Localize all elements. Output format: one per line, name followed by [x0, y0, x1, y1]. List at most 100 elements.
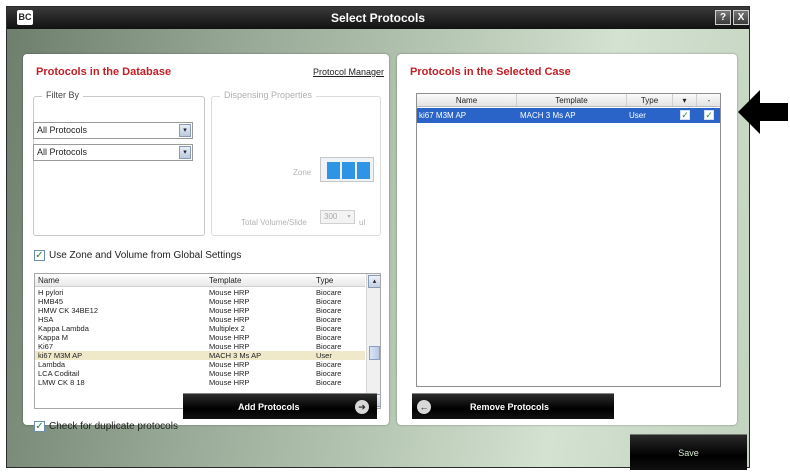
use-global-settings-checkbox[interactable]: ✓: [34, 250, 45, 261]
scrollbar-thumb[interactable]: [369, 346, 380, 360]
save-button[interactable]: Save: [630, 434, 747, 470]
volume-select: 300 ▾: [320, 210, 355, 224]
selected-protocol-name: ki67 M3M AP: [419, 111, 467, 120]
arrow-left-icon: ←: [417, 400, 431, 414]
selected-case-panel: Protocols in the Selected Case Name Temp…: [397, 54, 737, 425]
protocol-type: Biocare: [316, 360, 342, 369]
column-header-template[interactable]: Template: [209, 276, 313, 285]
protocol-manager-link[interactable]: Protocol Manager: [313, 67, 384, 77]
dispensing-properties-group: Dispensing Properties Zone Total Volume/…: [211, 90, 381, 236]
protocol-type: Biocare: [316, 306, 342, 315]
remove-protocols-button[interactable]: ← Remove Protocols: [412, 393, 614, 419]
close-button[interactable]: X: [733, 10, 749, 25]
filter-select-1[interactable]: All Protocols ▾: [33, 122, 193, 139]
protocol-type: Biocare: [316, 333, 342, 342]
column-header-template[interactable]: Template: [517, 94, 627, 106]
protocol-template: Mouse HRP: [209, 306, 250, 315]
protocol-name: H pylori: [38, 288, 64, 297]
protocol-type: Biocare: [316, 378, 342, 387]
column-header-name[interactable]: Name: [38, 276, 206, 285]
total-volume-label: Total Volume/Slide: [241, 218, 307, 227]
window-title: Select Protocols: [330, 11, 426, 25]
column-header-name[interactable]: Name: [417, 94, 517, 106]
row-checkbox-b[interactable]: ✓: [704, 110, 714, 120]
list-item[interactable]: LCA Coditail Mouse HRP Biocare: [35, 369, 365, 378]
zone-selector: [320, 157, 374, 182]
zone-cell-2: [342, 162, 355, 179]
protocol-type: Biocare: [316, 324, 342, 333]
protocol-name: LCA Coditail: [38, 369, 80, 378]
filter-select-2-value: All Protocols: [37, 147, 88, 157]
protocol-name: ki67 M3M AP: [38, 351, 83, 360]
protocol-template: Mouse HRP: [209, 333, 250, 342]
list-item[interactable]: Ki67 Mouse HRP Biocare: [35, 342, 365, 351]
protocol-template: Mouse HRP: [209, 297, 250, 306]
selected-protocols-grid[interactable]: Name Template Type ▾ - ki67 M3M AP MACH …: [416, 93, 721, 387]
protocol-template: Mouse HRP: [209, 315, 250, 324]
protocol-template: MACH 3 Ms AP: [209, 351, 262, 360]
table-row[interactable]: ki67 M3M AP MACH 3 Ms AP User ✓ ✓: [417, 108, 720, 123]
grid-header: Name Template Type ▾ -: [417, 94, 720, 107]
volume-unit: ul: [359, 218, 366, 227]
protocol-name: HSA: [38, 315, 54, 324]
duplicate-check-checkbox[interactable]: ✓: [34, 421, 45, 432]
row-checkbox-a[interactable]: ✓: [680, 110, 690, 120]
protocol-name: Ki67: [38, 342, 54, 351]
database-protocols-panel: Protocols in the Database Protocol Manag…: [23, 54, 389, 432]
list-header: Name Template Type: [35, 274, 365, 287]
protocol-template: Mouse HRP: [209, 369, 250, 378]
list-item[interactable]: HMW CK 34BE12 Mouse HRP Biocare: [35, 306, 365, 315]
zone-label: Zone: [293, 168, 312, 177]
pointer-arrow-icon: [738, 90, 788, 134]
scroll-up-icon[interactable]: ▴: [368, 275, 380, 288]
protocol-type: Biocare: [316, 297, 342, 306]
zone-cell-3: [357, 162, 370, 179]
protocol-template: Mouse HRP: [209, 360, 250, 369]
database-panel-heading: Protocols in the Database: [36, 66, 172, 78]
list-item[interactable]: H pylori Mouse HRP Biocare: [35, 288, 365, 297]
protocol-template: Mouse HRP: [209, 288, 250, 297]
protocol-template: Mouse HRP: [209, 342, 250, 351]
column-header-type[interactable]: Type: [316, 276, 362, 285]
chevron-down-icon[interactable]: ▾: [179, 124, 191, 137]
protocol-type: Biocare: [316, 288, 342, 297]
selected-case-heading: Protocols in the Selected Case: [410, 66, 571, 78]
protocol-type: Biocare: [316, 315, 342, 324]
select-protocols-window: BC Select Protocols ? X Protocols in the…: [6, 6, 750, 470]
filter-select-1-value: All Protocols: [37, 125, 88, 135]
database-protocol-list[interactable]: Name Template Type H pylori Mouse HRP Bi…: [34, 273, 381, 409]
selected-protocol-type: User: [629, 111, 646, 120]
title-bar: BC Select Protocols ? X: [7, 7, 749, 29]
list-item[interactable]: Kappa M Mouse HRP Biocare: [35, 333, 365, 342]
list-item[interactable]: Kappa Lambda Multiplex 2 Biocare: [35, 324, 365, 333]
filter-select-2[interactable]: All Protocols ▾: [33, 144, 193, 161]
add-protocols-button[interactable]: Add Protocols ➔: [183, 393, 377, 419]
column-header-type[interactable]: Type: [627, 94, 673, 106]
zone-cell-1: [327, 162, 340, 179]
list-item[interactable]: HMB45 Mouse HRP Biocare: [35, 297, 365, 306]
list-item[interactable]: HSA Mouse HRP Biocare: [35, 315, 365, 324]
protocol-name: Lambda: [38, 360, 66, 369]
list-scrollbar[interactable]: ▴ ▾: [366, 274, 380, 408]
protocol-type: Biocare: [316, 369, 342, 378]
help-button[interactable]: ?: [715, 10, 731, 25]
list-item[interactable]: LMW CK 8 18 Mouse HRP Biocare: [35, 378, 365, 387]
selected-protocol-template: MACH 3 Ms AP: [520, 111, 576, 120]
column-header-check-b[interactable]: -: [697, 94, 721, 106]
chevron-down-icon[interactable]: ▾: [179, 146, 191, 159]
protocol-type: User: [316, 351, 332, 360]
remove-protocols-label: Remove Protocols: [470, 402, 550, 412]
column-header-check-a[interactable]: ▾: [673, 94, 697, 106]
filter-by-title: Filter By: [42, 90, 84, 100]
add-protocols-label: Add Protocols: [238, 402, 300, 412]
dispensing-properties-title: Dispensing Properties: [220, 90, 317, 100]
protocol-template: Multiplex 2: [209, 324, 245, 333]
list-item[interactable]: Lambda Mouse HRP Biocare: [35, 360, 365, 369]
chevron-down-icon: ▾: [347, 214, 351, 220]
protocol-template: Mouse HRP: [209, 378, 250, 387]
use-global-settings-label: Use Zone and Volume from Global Settings: [49, 250, 242, 261]
list-item-selected[interactable]: ki67 M3M AP MACH 3 Ms AP User: [35, 351, 365, 360]
volume-value: 300: [324, 212, 338, 221]
duplicate-check-label: Check for duplicate protocols: [49, 421, 178, 432]
protocol-name: LMW CK 8 18: [38, 378, 85, 387]
